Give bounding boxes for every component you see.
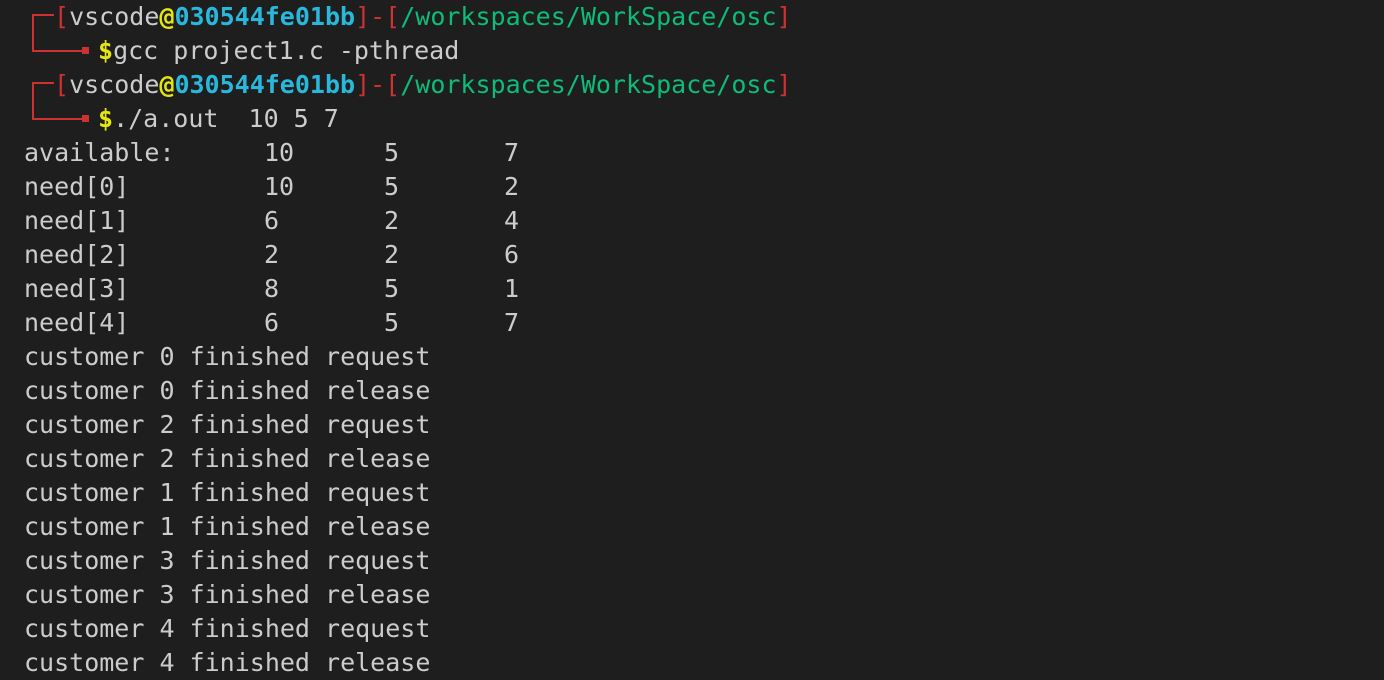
log-line: customer 1 finished request bbox=[24, 478, 431, 507]
prompt-tree-arrow-icon bbox=[24, 102, 98, 136]
table-row: need[3] 8 5 1 bbox=[24, 272, 1384, 306]
log-line: customer 4 finished request bbox=[24, 614, 431, 643]
row-value: 6 bbox=[264, 206, 280, 235]
prompt-path: /workspaces/WorkSpace/osc bbox=[400, 2, 777, 31]
row-value: 2 bbox=[264, 240, 280, 269]
row-value: 7 bbox=[504, 138, 520, 167]
row-value: 6 bbox=[504, 240, 520, 269]
table-row: available: 10 5 7 bbox=[24, 136, 1384, 170]
prompt-separator: ]-[ bbox=[355, 2, 401, 31]
prompt-at: @ bbox=[159, 70, 175, 99]
row-label: available: bbox=[24, 138, 175, 167]
row-label: need[0] bbox=[24, 172, 130, 201]
prompt-path: /workspaces/WorkSpace/osc bbox=[400, 70, 777, 99]
command-line: $./a.out 10 5 7 bbox=[24, 102, 1384, 136]
prompt-bracket: [ bbox=[54, 2, 70, 31]
command-line: $gcc project1.c -pthread bbox=[24, 34, 1384, 68]
row-value: 10 bbox=[264, 172, 295, 201]
prompt-tree-corner-icon bbox=[24, 68, 54, 102]
row-value: 5 bbox=[384, 308, 400, 337]
table-row: need[0] 10 5 2 bbox=[24, 170, 1384, 204]
prompt-bracket: ] bbox=[776, 2, 792, 31]
log-line: customer 3 finished request bbox=[24, 546, 431, 575]
prompt-at: @ bbox=[159, 2, 175, 31]
prompt-separator: ]-[ bbox=[355, 70, 401, 99]
row-value: 1 bbox=[504, 274, 520, 303]
row-value: 4 bbox=[504, 206, 520, 235]
prompt-tree-arrow-icon bbox=[24, 34, 98, 68]
prompt-bracket: ] bbox=[776, 70, 792, 99]
log-line: customer 1 finished release bbox=[24, 512, 431, 541]
row-value: 2 bbox=[384, 240, 400, 269]
prompt-host: 030544fe01bb bbox=[174, 2, 356, 31]
table-row: need[2] 2 2 6 bbox=[24, 238, 1384, 272]
prompt-host: 030544fe01bb bbox=[174, 70, 356, 99]
row-value: 7 bbox=[504, 308, 520, 337]
prompt-user: vscode bbox=[69, 2, 160, 31]
log-line: customer 4 finished release bbox=[24, 648, 431, 677]
row-value: 5 bbox=[384, 172, 400, 201]
row-value: 10 bbox=[264, 138, 295, 167]
row-value: 2 bbox=[504, 172, 520, 201]
prompt-user: vscode bbox=[69, 70, 160, 99]
log-line: customer 0 finished release bbox=[24, 376, 431, 405]
prompt-dollar: $ bbox=[98, 104, 114, 133]
row-value: 2 bbox=[384, 206, 400, 235]
row-label: need[1] bbox=[24, 206, 130, 235]
row-value: 8 bbox=[264, 274, 280, 303]
command-text: gcc project1.c -pthread bbox=[113, 36, 460, 65]
table-row: need[4] 6 5 7 bbox=[24, 306, 1384, 340]
row-label: need[2] bbox=[24, 240, 130, 269]
prompt-header: [vscode@030544fe01bb]-[/workspaces/WorkS… bbox=[24, 68, 1384, 102]
row-value: 6 bbox=[264, 308, 280, 337]
terminal-output[interactable]: [vscode@030544fe01bb]-[/workspaces/WorkS… bbox=[24, 0, 1384, 680]
table-row: need[1] 6 2 4 bbox=[24, 204, 1384, 238]
prompt-header: [vscode@030544fe01bb]-[/workspaces/WorkS… bbox=[24, 0, 1384, 34]
log-line: customer 2 finished request bbox=[24, 410, 431, 439]
prompt-tree-corner-icon bbox=[24, 0, 54, 34]
log-line: customer 2 finished release bbox=[24, 444, 431, 473]
log-line: customer 3 finished release bbox=[24, 580, 431, 609]
row-value: 5 bbox=[384, 274, 400, 303]
log-line: customer 0 finished request bbox=[24, 342, 431, 371]
row-label: need[4] bbox=[24, 308, 130, 337]
row-value: 5 bbox=[384, 138, 400, 167]
row-label: need[3] bbox=[24, 274, 130, 303]
prompt-dollar: $ bbox=[98, 36, 114, 65]
command-text: ./a.out 10 5 7 bbox=[113, 104, 339, 133]
prompt-bracket: [ bbox=[54, 70, 70, 99]
